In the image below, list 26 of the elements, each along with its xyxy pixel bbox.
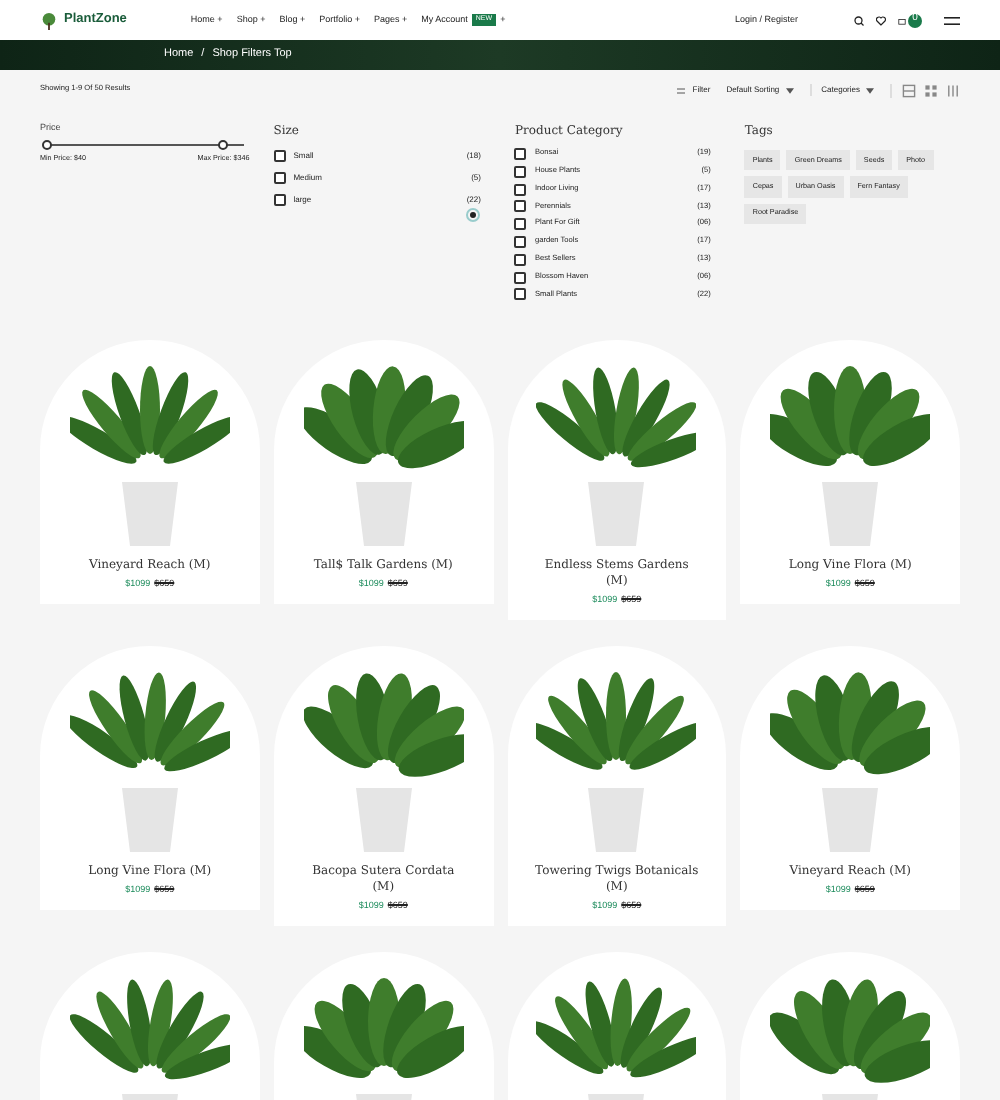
checkbox[interactable] xyxy=(514,183,527,196)
checkbox[interactable] xyxy=(514,271,527,284)
checkbox[interactable] xyxy=(514,200,527,213)
sliders-icon xyxy=(676,85,687,95)
bag-icon[interactable] xyxy=(898,15,906,25)
search-icon[interactable] xyxy=(854,15,864,25)
checkbox[interactable] xyxy=(514,165,527,178)
checkbox[interactable] xyxy=(514,148,527,160)
view-toggle-icon[interactable] xyxy=(946,83,960,97)
checkbox[interactable] xyxy=(514,288,527,301)
tree-logo-icon xyxy=(40,11,58,29)
checkbox[interactable] xyxy=(273,150,286,162)
menu-icon[interactable] xyxy=(944,15,960,25)
scroll-indicator-icon[interactable] xyxy=(466,208,481,222)
checkbox[interactable] xyxy=(514,235,527,248)
caret-icon xyxy=(866,87,874,93)
heart-icon[interactable] xyxy=(876,15,886,25)
view-toggle-icon[interactable] xyxy=(902,83,916,97)
checkbox[interactable] xyxy=(273,172,286,184)
caret-icon xyxy=(785,87,794,93)
checkbox[interactable] xyxy=(514,253,527,266)
slider-handle[interactable] xyxy=(41,139,51,150)
view-toggle-icon[interactable] xyxy=(924,83,938,97)
checkbox[interactable] xyxy=(273,194,286,206)
slider-handle[interactable] xyxy=(218,139,229,150)
checkbox[interactable] xyxy=(514,218,527,231)
